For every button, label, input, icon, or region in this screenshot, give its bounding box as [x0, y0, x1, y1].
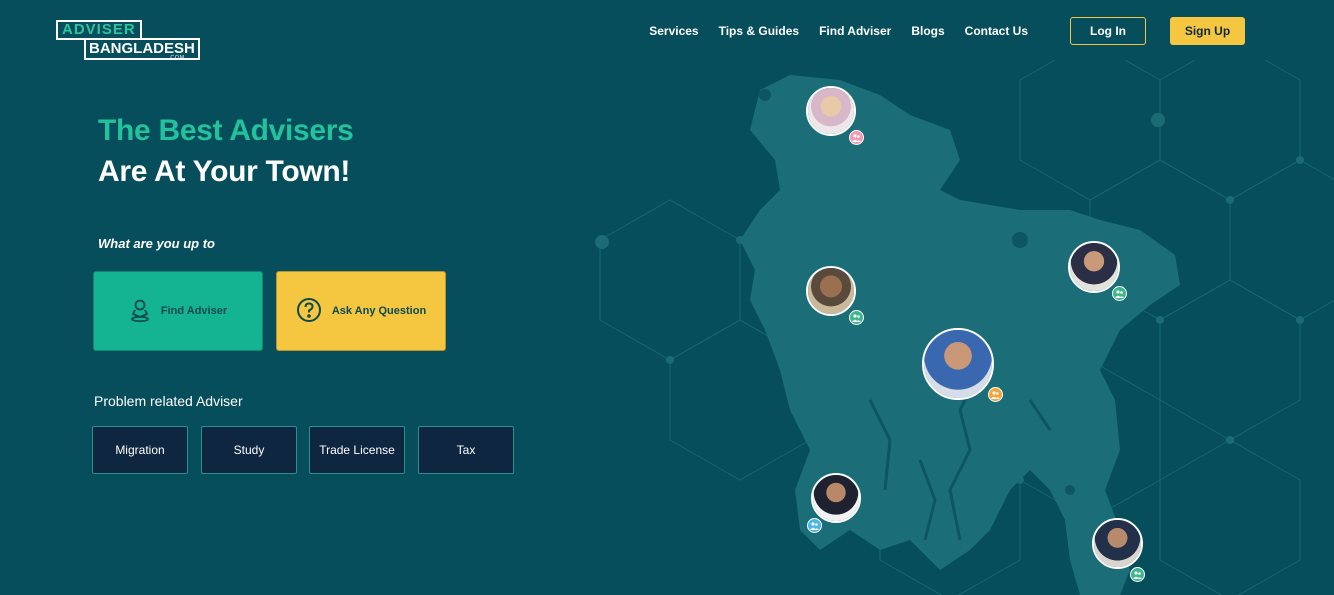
find-adviser-label: Find Adviser	[160, 305, 228, 317]
signup-button[interactable]: Sign Up	[1170, 17, 1245, 45]
tag-tax[interactable]: Tax	[418, 426, 514, 474]
users-icon	[849, 130, 864, 145]
nav-tips-guides[interactable]: Tips & Guides	[719, 24, 799, 38]
nav-services[interactable]: Services	[649, 24, 698, 38]
adviser-avatar[interactable]	[1092, 518, 1145, 582]
ask-question-label: Ask Any Question	[331, 305, 427, 317]
tag-migration[interactable]: Migration	[92, 426, 188, 474]
problem-heading: Problem related Adviser	[94, 393, 243, 409]
users-icon	[1112, 286, 1127, 301]
login-button[interactable]: Log In	[1070, 17, 1146, 45]
logo-suffix: .COM	[168, 55, 186, 61]
adviser-avatar[interactable]	[922, 328, 1003, 402]
intent-prompt: What are you up to	[98, 236, 215, 251]
hero-title-line1: The Best Advisers	[98, 114, 354, 147]
ask-question-card[interactable]: Ask Any Question	[276, 271, 446, 351]
main-nav: Services Tips & Guides Find Adviser Blog…	[649, 24, 1028, 38]
users-icon	[849, 310, 864, 325]
nav-contact-us[interactable]: Contact Us	[965, 24, 1028, 38]
logo-top-text: ADVISER	[56, 20, 142, 40]
nav-blogs[interactable]: Blogs	[911, 24, 944, 38]
question-circle-icon	[296, 297, 322, 326]
site-logo[interactable]: ADVISER BANGLADESH .COM	[56, 20, 200, 64]
tag-trade-license[interactable]: Trade License	[309, 426, 405, 474]
users-icon	[807, 518, 822, 533]
nav-find-adviser[interactable]: Find Adviser	[819, 24, 891, 38]
find-adviser-card[interactable]: Find Adviser	[93, 271, 263, 351]
adviser-avatar[interactable]	[806, 86, 864, 145]
adviser-avatar[interactable]	[807, 473, 861, 533]
users-icon	[1130, 567, 1145, 582]
adviser-avatar[interactable]	[1068, 241, 1127, 301]
users-icon	[988, 387, 1003, 402]
adviser-avatar[interactable]	[806, 266, 864, 325]
hero-title-line2: Are At Your Town!	[98, 155, 351, 188]
person-pin-icon	[129, 297, 151, 326]
tag-study[interactable]: Study	[201, 426, 297, 474]
